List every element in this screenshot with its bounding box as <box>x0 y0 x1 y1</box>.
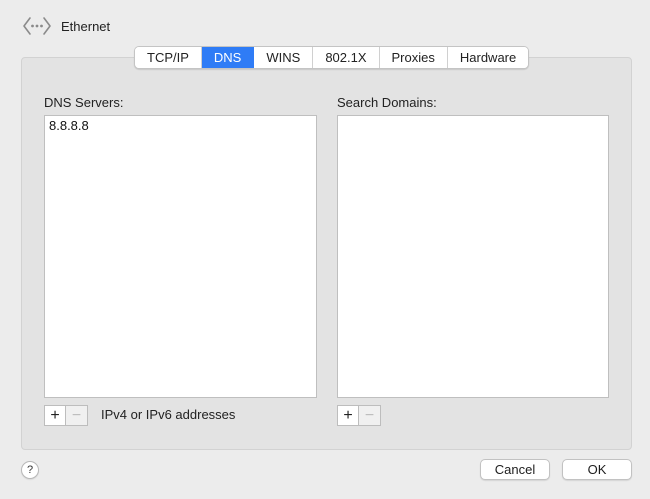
tab-dns[interactable]: DNS <box>201 47 255 68</box>
network-dns-sheet: Ethernet TCP/IP DNS WINS 802.1X Proxies … <box>0 0 650 499</box>
cancel-button[interactable]: Cancel <box>480 459 550 480</box>
remove-dns-server-button[interactable]: − <box>66 405 88 426</box>
dns-address-hint: IPv4 or IPv6 addresses <box>101 407 236 422</box>
tab-proxies[interactable]: Proxies <box>379 47 448 68</box>
dns-add-remove: + − <box>44 405 88 426</box>
dns-servers-label: DNS Servers: <box>44 95 124 110</box>
add-search-domain-button[interactable]: + <box>337 405 359 426</box>
network-arrows-icon <box>23 17 51 35</box>
add-dns-server-button[interactable]: + <box>44 405 66 426</box>
dns-servers-list[interactable]: 8.8.8.8 <box>44 115 317 398</box>
dns-server-item[interactable]: 8.8.8.8 <box>45 116 316 136</box>
tab-hardware[interactable]: Hardware <box>447 47 529 68</box>
tab-8021x[interactable]: 802.1X <box>313 47 380 68</box>
header-title: Ethernet <box>61 18 111 34</box>
search-domains-list[interactable] <box>337 115 609 398</box>
ok-button[interactable]: OK <box>562 459 632 480</box>
tab-tcpip[interactable]: TCP/IP <box>135 47 202 68</box>
help-button[interactable]: ? <box>21 461 39 479</box>
tab-wins[interactable]: WINS <box>254 47 314 68</box>
remove-search-domain-button[interactable]: − <box>359 405 381 426</box>
header: Ethernet <box>21 13 110 39</box>
tab-bar: TCP/IP DNS WINS 802.1X Proxies Hardware <box>134 46 530 69</box>
search-add-remove: + − <box>337 405 381 426</box>
search-domains-label: Search Domains: <box>337 95 437 110</box>
